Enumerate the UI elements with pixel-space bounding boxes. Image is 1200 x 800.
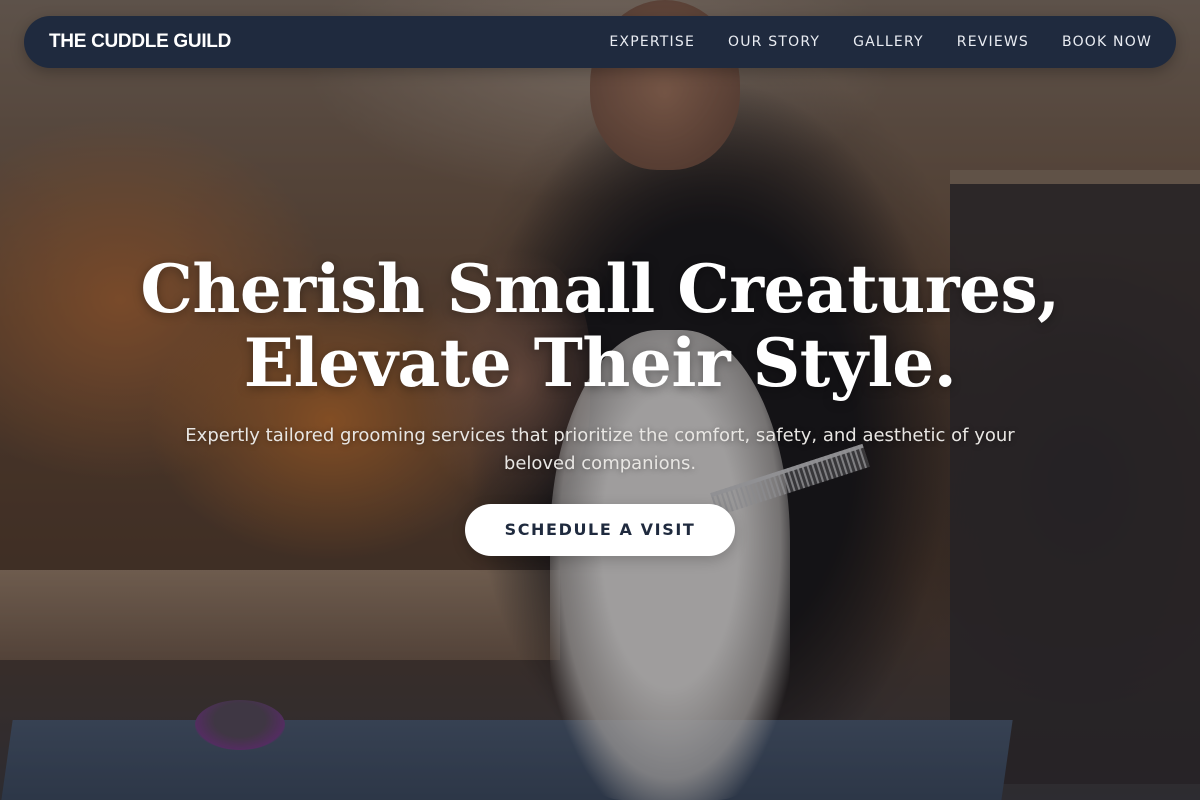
- nav-link-expertise[interactable]: EXPERTISE: [609, 34, 695, 50]
- hero-headline: Cherish Small Creatures, Elevate Their S…: [0, 252, 1200, 400]
- nav-link-reviews[interactable]: REVIEWS: [957, 34, 1029, 50]
- hero-headline-line2: Elevate Their Style.: [243, 324, 957, 402]
- hero-headline-line1: Cherish Small Creatures,: [140, 250, 1060, 328]
- nav-link-gallery[interactable]: GALLERY: [853, 34, 924, 50]
- schedule-visit-button[interactable]: SCHEDULE A VISIT: [464, 504, 736, 556]
- hero-subtitle: Expertly tailored grooming services that…: [185, 425, 1015, 474]
- hero-section: THE CUDDLE GUILD EXPERTISE OUR STORY GAL…: [0, 0, 1200, 800]
- top-navbar: THE CUDDLE GUILD EXPERTISE OUR STORY GAL…: [24, 16, 1176, 68]
- hero-content: Cherish Small Creatures, Elevate Their S…: [0, 252, 1200, 556]
- brand-logo[interactable]: THE CUDDLE GUILD: [49, 31, 231, 53]
- nav-link-book-now[interactable]: BOOK NOW: [1062, 34, 1152, 50]
- nav-link-our-story[interactable]: OUR STORY: [728, 34, 820, 50]
- nav-links: EXPERTISE OUR STORY GALLERY REVIEWS BOOK…: [609, 34, 1152, 50]
